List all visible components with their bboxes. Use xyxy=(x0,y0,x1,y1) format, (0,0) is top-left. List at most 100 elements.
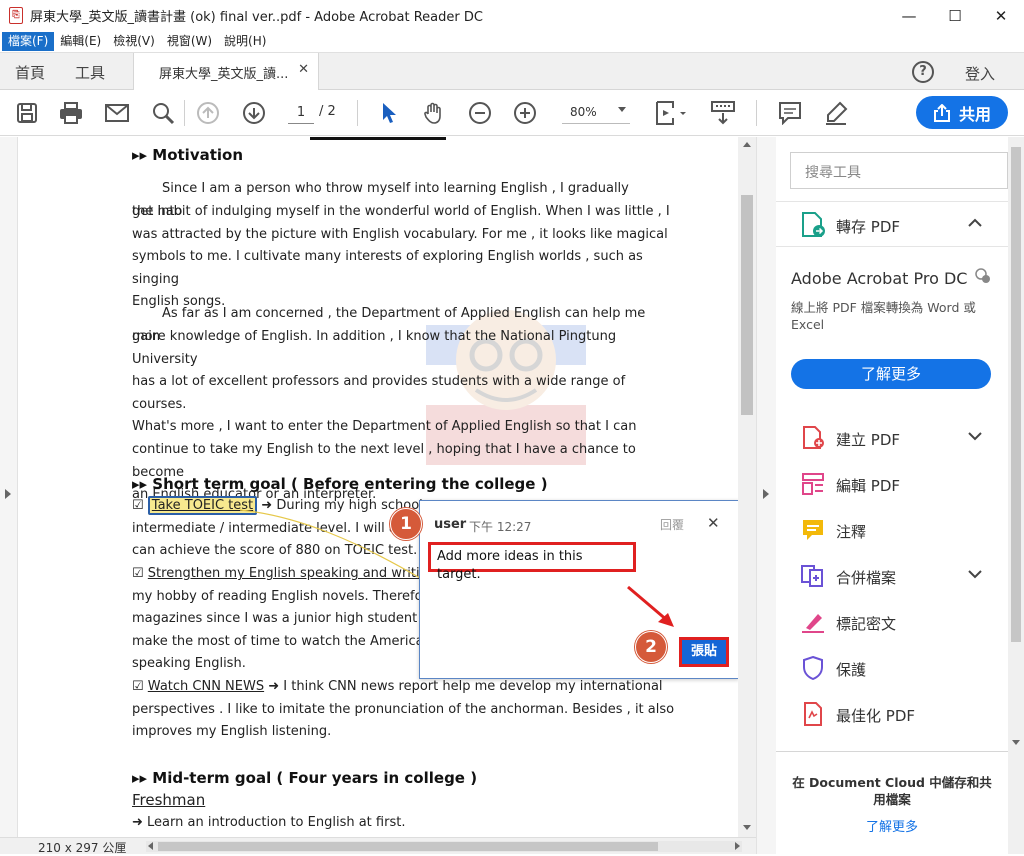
chevron-down-icon[interactable] xyxy=(968,431,982,441)
paragraph-2-line: What's more , I want to enter the Depart… xyxy=(132,419,637,435)
sign-in-link[interactable]: 登入 xyxy=(965,63,995,84)
export-pdf-section[interactable]: 轉存 PDF xyxy=(776,201,1008,247)
paragraph-1-line: the habit of indulging myself in the won… xyxy=(132,204,670,219)
tools-pane: 搜尋工具 轉存 PDF Adobe Acrobat Pro DC 線上將 PDF… xyxy=(776,137,1008,854)
tool-label: 合併檔案 xyxy=(836,569,897,587)
close-icon[interactable]: ✕ xyxy=(978,0,1024,31)
checkbox-icon: ☑ xyxy=(132,679,144,694)
goal-1-title: Take TOEIC test xyxy=(151,498,254,513)
comment-icon[interactable] xyxy=(775,98,805,128)
email-icon[interactable] xyxy=(102,98,132,128)
hand-tool-icon[interactable] xyxy=(419,98,449,128)
tool-protect[interactable]: 保護 xyxy=(776,645,1008,691)
comment-time: 下午 12:27 xyxy=(469,520,532,534)
freshman-line-1: ➜ Learn an introduction to English at fi… xyxy=(132,815,406,830)
freshman-heading: Freshman xyxy=(132,791,206,809)
previous-page-icon[interactable] xyxy=(193,98,223,128)
learn-more-button[interactable]: 了解更多 xyxy=(791,359,991,389)
left-panel-toggle[interactable] xyxy=(0,137,18,837)
create-pdf-icon xyxy=(803,426,824,449)
share-label: 共用 xyxy=(958,104,991,124)
post-button[interactable]: 張貼 xyxy=(679,637,729,667)
product-name: Adobe Acrobat Pro DC xyxy=(791,269,968,288)
close-tab-icon[interactable]: ✕ xyxy=(298,62,309,77)
tab-home[interactable]: 首頁 xyxy=(15,62,45,83)
menu-bar: 檔案(F) 編輯(E) 檢視(V) 視窗(W) 說明(H) xyxy=(0,31,1024,52)
cloud-learn-more-link[interactable]: 了解更多 xyxy=(776,816,1008,835)
tool-edit-pdf[interactable]: 編輯 PDF xyxy=(776,461,1008,507)
menu-edit[interactable]: 編輯(E) xyxy=(54,32,107,51)
document-vertical-scrollbar[interactable] xyxy=(738,137,756,837)
tool-search-input[interactable]: 搜尋工具 xyxy=(790,152,1008,189)
scroll-down-icon[interactable] xyxy=(743,825,751,830)
comment-author: user xyxy=(434,517,467,532)
scroll-left-icon[interactable] xyxy=(148,842,153,850)
goal-3-line-3: improves my English listening. xyxy=(132,724,332,739)
chevron-down-icon xyxy=(618,107,626,112)
toolbar-separator xyxy=(357,100,358,126)
scroll-thumb[interactable] xyxy=(158,842,658,851)
page-top-mark xyxy=(310,137,446,140)
cloud-promo-text: 在 Document Cloud 中儲存和共用檔案 xyxy=(792,775,992,807)
highlight-pen-icon[interactable] xyxy=(821,98,851,128)
select-cursor-icon[interactable] xyxy=(374,98,404,128)
menu-help[interactable]: 說明(H) xyxy=(218,32,272,51)
heading-motivation: ▸▸ Motivation xyxy=(132,146,244,164)
tool-optimize-pdf[interactable]: 最佳化 PDF xyxy=(776,691,1008,737)
chevron-right-icon xyxy=(5,489,11,499)
tool-redact[interactable]: 標記密文 xyxy=(776,599,1008,645)
tool-label: 建立 PDF xyxy=(836,431,900,449)
menu-view[interactable]: 檢視(V) xyxy=(107,32,161,51)
zoom-value: 80% xyxy=(570,105,597,119)
horizontal-scrollbar[interactable] xyxy=(146,841,742,852)
export-pdf-label: 轉存 PDF xyxy=(836,218,900,236)
paragraph-2-line: has a lot of excellent professors and pr… xyxy=(132,374,626,412)
share-button[interactable]: 共用 xyxy=(916,96,1008,129)
search-icon[interactable] xyxy=(148,98,178,128)
chevron-up-icon[interactable] xyxy=(968,218,982,228)
page-fit-icon[interactable] xyxy=(650,98,690,128)
title-bar: ⎘ 屏東大學_英文版_讀書計畫 (ok) final ver..pdf - Ad… xyxy=(0,0,1024,31)
tool-combine-files[interactable]: 合併檔案 xyxy=(776,553,1008,599)
comment-text-input[interactable]: Add more ideas in this target. xyxy=(428,542,636,582)
menu-window[interactable]: 視窗(W) xyxy=(161,32,218,51)
minimize-icon[interactable]: — xyxy=(886,0,932,31)
toolbar-separator xyxy=(756,100,757,126)
zoom-out-icon[interactable] xyxy=(465,98,495,128)
tool-comment[interactable]: 注釋 xyxy=(776,507,1008,553)
tab-bar: 首頁 工具 屏東大學_英文版_讀... ✕ ? 登入 xyxy=(0,52,1024,91)
scroll-down-icon[interactable] xyxy=(1012,740,1020,745)
product-info-icon[interactable] xyxy=(975,268,991,284)
next-page-icon[interactable] xyxy=(239,98,269,128)
zoom-dropdown[interactable]: 80% xyxy=(562,102,630,124)
tab-document[interactable]: 屏東大學_英文版_讀... ✕ xyxy=(133,53,319,91)
scroll-up-icon[interactable] xyxy=(743,142,751,147)
print-icon[interactable] xyxy=(56,98,86,128)
shield-icon xyxy=(803,656,823,680)
tools-pane-scrollbar[interactable] xyxy=(1008,137,1024,854)
scroll-right-icon[interactable] xyxy=(735,842,740,850)
scroll-thumb[interactable] xyxy=(1011,147,1021,642)
right-panel-toggle[interactable] xyxy=(756,137,776,854)
scroll-thumb[interactable] xyxy=(741,195,753,415)
maximize-icon[interactable]: ☐ xyxy=(932,0,978,31)
tool-label: 保護 xyxy=(836,661,867,679)
heading-mid-term-goal: ▸▸ Mid-term goal ( Four years in college… xyxy=(132,769,478,787)
reply-link[interactable]: 回覆 xyxy=(660,516,684,533)
page-number-input[interactable]: 1 xyxy=(288,102,314,124)
tool-create-pdf[interactable]: 建立 PDF xyxy=(776,415,1008,461)
keyboard-scroll-icon[interactable] xyxy=(708,98,738,128)
goal-2-line-2: my hobby of reading English novels. Ther… xyxy=(132,589,444,604)
close-icon[interactable]: ✕ xyxy=(707,514,720,532)
menu-file[interactable]: 檔案(F) xyxy=(2,32,55,51)
combine-files-icon xyxy=(801,565,823,587)
tab-tools[interactable]: 工具 xyxy=(75,62,105,83)
help-icon[interactable]: ? xyxy=(912,61,934,83)
tab-document-label: 屏東大學_英文版_讀... xyxy=(159,67,289,82)
chevron-down-icon[interactable] xyxy=(968,569,982,579)
save-icon[interactable] xyxy=(12,98,42,128)
zoom-in-icon[interactable] xyxy=(510,98,540,128)
redact-icon xyxy=(802,614,824,633)
product-description: 線上將 PDF 檔案轉換為 Word 或 Excel xyxy=(791,300,976,332)
status-bar: 210 x 297 公厘 xyxy=(0,837,756,855)
